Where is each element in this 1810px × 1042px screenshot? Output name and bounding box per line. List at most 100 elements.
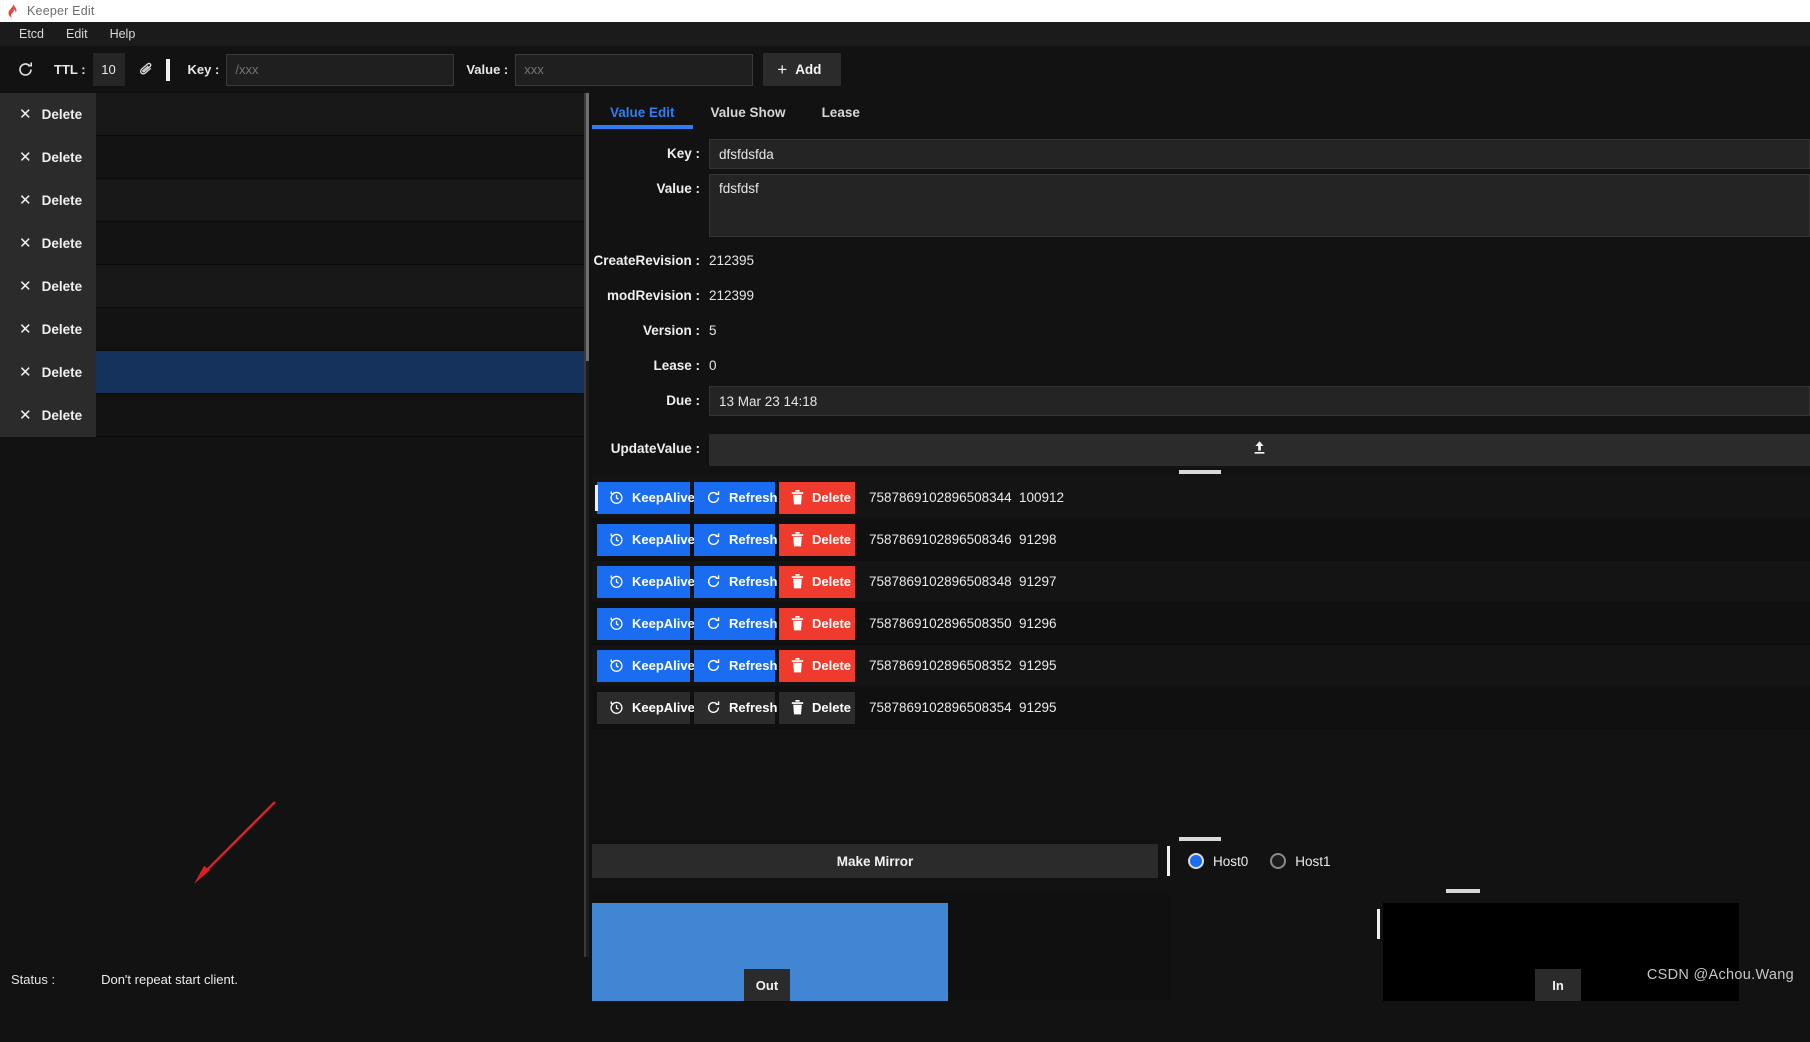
key-delete-button[interactable]: ✕ Delete <box>0 393 96 437</box>
mirror-bar: Make Mirror Host0 Host1 <box>589 844 1810 878</box>
radio-dot-host1 <box>1270 853 1287 869</box>
trash-icon <box>791 616 804 631</box>
detail-pane: Value Edit Value Show Lease Key : Value … <box>589 93 1810 1001</box>
refresh-icon <box>706 532 721 547</box>
key-delete-button[interactable]: ✕ Delete <box>0 221 96 265</box>
lease-keepalive-button[interactable]: KeepAlive <box>597 523 695 556</box>
out-panel-label: Out <box>744 969 790 1001</box>
tab-value-show[interactable]: Value Show <box>693 105 804 129</box>
refresh-icon[interactable] <box>8 55 42 85</box>
menu-item-help[interactable]: Help <box>99 24 147 44</box>
lease-keepalive-button[interactable]: KeepAlive <box>597 649 695 682</box>
form-spacer <box>589 416 1810 425</box>
window-title: Keeper Edit <box>27 4 95 18</box>
form-update-value-field[interactable] <box>709 434 1810 466</box>
form-row-create-revision: CreateRevision : 212395 <box>589 246 1810 276</box>
lease-id: 7587869102896508352 <box>869 658 1012 673</box>
key-list-item[interactable]: ✕ Delete <box>0 307 589 351</box>
key-list-item[interactable]: ✕ Delete <box>0 350 589 394</box>
make-mirror-button[interactable]: Make Mirror <box>592 844 1158 878</box>
key-delete-button[interactable]: ✕ Delete <box>0 350 96 394</box>
form-spacer <box>589 237 1810 246</box>
lease-refresh-button[interactable]: Refresh <box>694 607 777 640</box>
lease-ttl: 91296 <box>1019 616 1057 631</box>
key-delete-button[interactable]: ✕ Delete <box>0 135 96 179</box>
tab-lease[interactable]: Lease <box>804 105 878 129</box>
status-label: Status : <box>11 971 56 987</box>
form-update-value-label: UpdateValue : <box>610 441 700 456</box>
splitter-grip-right[interactable] <box>1446 889 1480 893</box>
lease-delete-button[interactable]: Delete <box>779 691 855 724</box>
lease-delete-button-label: Delete <box>812 490 852 505</box>
form-key-input[interactable] <box>709 139 1810 169</box>
lease-ttl: 100912 <box>1019 490 1065 505</box>
lease-delete-button[interactable]: Delete <box>779 649 855 682</box>
key-list-item[interactable]: ✕ Delete <box>0 135 589 179</box>
lease-delete-button[interactable]: Delete <box>779 523 855 556</box>
splitter-grip-lower[interactable] <box>1178 836 1221 841</box>
radio-label-host0: Host0 <box>1213 853 1249 869</box>
status-message: Don't repeat start client. <box>101 971 238 987</box>
splitter-grip[interactable] <box>1178 469 1221 474</box>
lease-delete-button[interactable]: Delete <box>779 481 855 514</box>
out-panel[interactable]: Out <box>592 893 1170 1001</box>
lease-keepalive-button[interactable]: KeepAlive <box>597 607 695 640</box>
paperclip-icon[interactable] <box>130 55 164 85</box>
key-input[interactable] <box>226 53 455 86</box>
toolbar-divider <box>165 58 170 81</box>
lease-refresh-button-label: Refresh <box>729 658 778 673</box>
mirror-panels: Out In CSDN @Achou.Wang <box>589 889 1810 1001</box>
menu-item-edit[interactable]: Edit <box>55 24 99 44</box>
horizontal-splitter-lower[interactable] <box>589 833 1810 844</box>
lease-refresh-button[interactable]: Refresh <box>694 523 777 556</box>
lease-refresh-button[interactable]: Refresh <box>694 649 778 682</box>
form-lease-label: Lease : <box>653 358 700 373</box>
add-button[interactable]: + Add <box>763 53 842 86</box>
key-delete-button[interactable]: ✕ Delete <box>0 178 96 222</box>
lease-keepalive-button[interactable]: KeepAlive <box>597 691 695 724</box>
radio-host0[interactable]: Host0 <box>1188 853 1248 869</box>
trash-icon <box>791 700 804 715</box>
ttl-input[interactable] <box>92 53 125 86</box>
key-delete-button[interactable]: ✕ Delete <box>0 264 96 308</box>
key-list-item[interactable]: ✕ Delete <box>0 92 589 136</box>
lease-keepalive-button[interactable]: KeepAlive <box>597 565 695 598</box>
key-delete-button[interactable]: ✕ Delete <box>0 307 96 351</box>
lease-keepalive-button-label: KeepAlive <box>632 658 695 673</box>
trash-icon <box>791 658 804 673</box>
lease-delete-button[interactable]: Delete <box>779 607 855 640</box>
lease-row: KeepAlive Refresh Delete 758786910289650834… <box>592 561 1810 603</box>
key-delete-button[interactable]: ✕ Delete <box>0 92 96 136</box>
close-x-icon: ✕ <box>19 105 32 123</box>
form-due-input[interactable] <box>709 386 1810 416</box>
lease-delete-button[interactable]: Delete <box>779 565 855 598</box>
form-create-revision-value: 212395 <box>709 253 755 268</box>
key-list-item[interactable]: ✕ Delete <box>0 221 589 265</box>
key-list-item[interactable]: ✕ Delete <box>0 178 589 222</box>
key-list-item[interactable]: ✕ Delete <box>0 393 589 437</box>
radio-host1[interactable]: Host1 <box>1270 853 1331 869</box>
in-panel[interactable]: In <box>1377 903 1739 1001</box>
horizontal-splitter[interactable] <box>589 466 1810 477</box>
form-row-update-value: UpdateValue : <box>589 434 1810 466</box>
key-list-item[interactable]: ✕ Delete <box>0 264 589 308</box>
lease-id: 7587869102896508348 <box>869 574 1012 589</box>
lease-refresh-button[interactable]: Refresh <box>694 565 777 598</box>
radio-dot-host0 <box>1188 853 1204 869</box>
form-value-textarea[interactable]: fdsfdsf <box>709 174 1810 237</box>
close-x-icon: ✕ <box>19 277 32 295</box>
lease-refresh-button[interactable]: Refresh <box>694 481 777 514</box>
lease-keepalive-button[interactable]: KeepAlive <box>597 481 695 514</box>
form-spacer <box>589 425 1810 434</box>
lease-delete-button-label: Delete <box>812 658 852 673</box>
lease-row: KeepAlive Refresh Delete 758786910289650834… <box>592 477 1810 519</box>
form-due-label: Due : <box>666 393 700 408</box>
upload-icon[interactable] <box>1251 439 1268 461</box>
tab-value-edit[interactable]: Value Edit <box>592 105 693 129</box>
menu-item-etcd[interactable]: Etcd <box>8 24 55 44</box>
value-label: Value : <box>466 62 509 77</box>
lease-refresh-button[interactable]: Refresh <box>694 691 777 724</box>
lease-row: KeepAlive Refresh Delete 758786910289650835… <box>592 645 1810 687</box>
value-edit-form: Key : Value : fdsfdsf CreateRevision : 2… <box>589 129 1810 466</box>
value-input[interactable] <box>515 53 754 86</box>
